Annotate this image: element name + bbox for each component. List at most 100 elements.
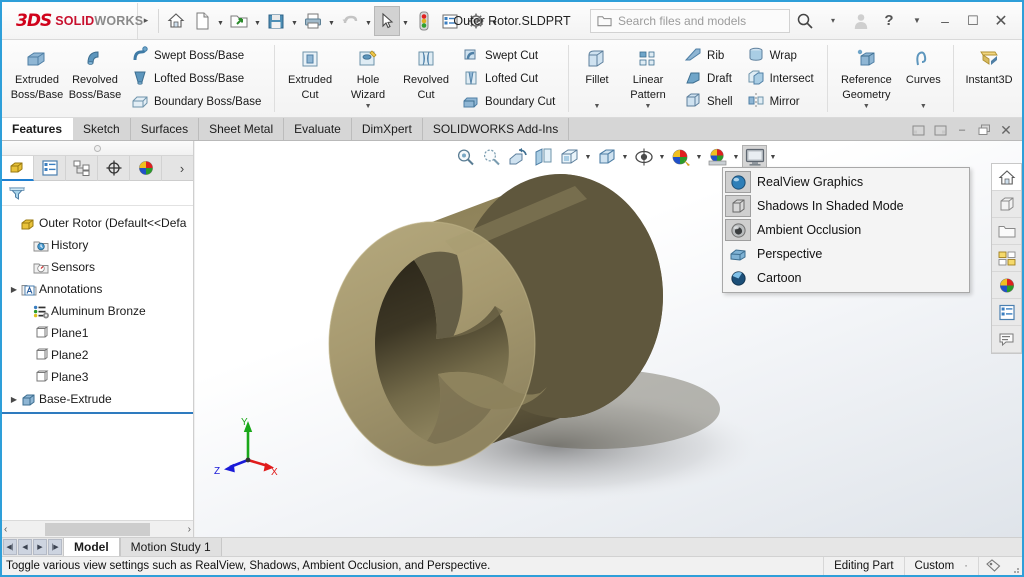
search-input[interactable]: Search files and models [590, 8, 790, 33]
tab-sheet-metal[interactable]: Sheet Metal [199, 118, 285, 140]
intersect-button[interactable]: Intersect [743, 67, 818, 90]
revolved-boss-base-button[interactable]: Revolved Boss/Base [66, 42, 124, 115]
tag-icon[interactable] [978, 556, 1008, 575]
appearances-scenes-button[interactable] [992, 272, 1021, 299]
open-document-button[interactable] [226, 6, 252, 36]
graphics-viewport[interactable]: ▼ ▼ ▼ ▼ ▼ ▼ RealView Graphics Shadows In… [195, 141, 1022, 537]
hole-wizard-dropdown-caret-icon[interactable]: ▼ [365, 103, 372, 111]
tab-dimxpert[interactable]: DimXpert [351, 118, 423, 140]
scroll-thumb[interactable] [45, 522, 150, 536]
menu-item-perspective[interactable]: Perspective [723, 242, 969, 266]
configuration-manager-tab[interactable] [66, 155, 98, 181]
view-settings-button[interactable] [742, 145, 767, 169]
tab-sketch[interactable]: Sketch [73, 118, 131, 140]
tree-expander[interactable]: ▶ [8, 285, 20, 294]
reference-geometry-button[interactable]: Reference Geometry ▼ [833, 42, 899, 115]
user-account-icon[interactable] [848, 8, 874, 34]
view-settings-caret-icon[interactable]: ▼ [768, 145, 778, 169]
tree-item-outer-rotor[interactable]: Outer Rotor (Default<<Defa [2, 212, 193, 234]
tree-expander[interactable]: ▶ [8, 395, 20, 404]
new-document-button[interactable] [189, 6, 215, 36]
section-view-button[interactable] [531, 145, 556, 169]
open-document-caret-icon[interactable]: ▼ [252, 6, 263, 36]
tab-evaluate[interactable]: Evaluate [284, 118, 352, 140]
edit-appearance-caret-icon[interactable]: ▼ [694, 145, 704, 169]
options-button[interactable] [463, 6, 489, 36]
apply-scene-button[interactable] [705, 145, 730, 169]
tab-surfaces[interactable]: Surfaces [130, 118, 200, 140]
tab-solidworks-add-ins[interactable]: SOLIDWORKS Add-Ins [422, 118, 570, 140]
lofted-cut-button[interactable]: Lofted Cut [458, 67, 559, 90]
revolved-cut-button[interactable]: Revolved Cut [397, 42, 455, 115]
hole-wizard-button[interactable]: Hole Wizard ▼ [339, 42, 397, 115]
tree-item-history[interactable]: History [2, 234, 193, 256]
tree-horizontal-scrollbar[interactable]: ‹ › [2, 520, 193, 537]
tree-item-sensors[interactable]: Sensors [2, 256, 193, 278]
file-explorer-button[interactable] [992, 218, 1021, 245]
panel-drag-handle[interactable] [2, 141, 193, 155]
tree-item-plane3[interactable]: Plane3 [2, 366, 193, 388]
feature-tree[interactable]: Outer Rotor (Default<<Defa History Senso… [2, 206, 193, 520]
nav-next-button[interactable]: ▶ [33, 539, 47, 555]
tab-model[interactable]: Model [63, 538, 120, 556]
tree-item-plane2[interactable]: Plane2 [2, 344, 193, 366]
fillet-button[interactable]: Fillet ▼ [575, 42, 619, 115]
tab-features[interactable]: Features [2, 118, 74, 140]
save-caret-icon[interactable]: ▼ [289, 6, 300, 36]
units-selector[interactable]: Custom · [903, 556, 978, 575]
view-palette-button[interactable] [992, 245, 1021, 272]
lofted-boss-base-button[interactable]: Lofted Boss/Base [127, 67, 265, 90]
menu-item-cartoon[interactable]: Cartoon [723, 266, 969, 290]
hide-show-items-button[interactable] [631, 145, 656, 169]
display-manager-tab[interactable] [130, 155, 162, 181]
scroll-right-arrow-icon[interactable]: › [188, 524, 191, 535]
instant3d-button[interactable]: Instant3D [960, 42, 1018, 115]
annotation-button[interactable] [992, 326, 1021, 353]
print-button[interactable] [300, 6, 326, 36]
previous-view-button[interactable] [505, 145, 530, 169]
boundary-cut-button[interactable]: Boundary Cut [458, 90, 559, 113]
curves-button[interactable]: Curves ▼ [899, 42, 947, 115]
new-document-caret-icon[interactable]: ▼ [215, 6, 226, 36]
view-orientation-caret-icon[interactable]: ▼ [583, 145, 593, 169]
save-button[interactable] [263, 6, 289, 36]
more-tabs-chevron-icon[interactable]: › [171, 161, 193, 176]
view-settings-menu[interactable]: RealView Graphics Shadows In Shaded Mode… [722, 167, 970, 293]
property-manager-tab[interactable] [34, 155, 66, 181]
dimxpert-manager-tab[interactable] [98, 155, 130, 181]
restore-left-button[interactable] [908, 120, 928, 140]
menu-item-realview-graphics[interactable]: RealView Graphics [723, 170, 969, 194]
fillet-dropdown-caret-icon[interactable]: ▼ [594, 103, 601, 111]
zoom-to-area-button[interactable] [479, 145, 504, 169]
shell-button[interactable]: Shell [680, 90, 737, 113]
linear-pattern-button[interactable]: Linear Pattern ▼ [619, 42, 677, 115]
file-properties-button[interactable] [437, 6, 463, 36]
curves-dropdown-caret-icon[interactable]: ▼ [920, 103, 927, 111]
search-icon[interactable] [792, 8, 818, 34]
apply-scene-caret-icon[interactable]: ▼ [731, 145, 741, 169]
view-orientation-button[interactable] [557, 145, 582, 169]
feature-manager-tab[interactable] [2, 155, 34, 181]
linear-pattern-dropdown-caret-icon[interactable]: ▼ [645, 103, 652, 111]
tree-item-annotations[interactable]: ▶ Annotations [2, 278, 193, 300]
select-button[interactable] [374, 5, 400, 36]
scroll-left-arrow-icon[interactable]: ‹ [4, 524, 7, 535]
hide-show-caret-icon[interactable]: ▼ [657, 145, 667, 169]
tree-item-material[interactable]: Aluminum Bronze [2, 300, 193, 322]
extruded-boss-base-button[interactable]: Extruded Boss/Base [8, 42, 66, 115]
custom-properties-button[interactable] [992, 299, 1021, 326]
doc-close-button[interactable]: ✕ [996, 120, 1016, 140]
reference-geometry-dropdown-caret-icon[interactable]: ▼ [863, 103, 870, 111]
restore-right-button[interactable] [930, 120, 950, 140]
search-dropdown-caret-icon[interactable]: ▾ [820, 8, 846, 34]
maximize-button[interactable]: ☐ [960, 8, 986, 34]
nav-prev-button[interactable]: ◀ [18, 539, 32, 555]
menu-item-ambient-occlusion[interactable]: Ambient Occlusion [723, 218, 969, 242]
view-palette-home-button[interactable] [992, 164, 1021, 191]
menu-expand-caret[interactable]: ▸ [138, 3, 154, 39]
rebuild-button[interactable] [411, 6, 437, 36]
options-caret-icon[interactable]: ▼ [489, 6, 500, 36]
resize-grip[interactable] [1008, 557, 1022, 576]
wrap-button[interactable]: Wrap [743, 44, 818, 67]
display-style-caret-icon[interactable]: ▼ [620, 145, 630, 169]
